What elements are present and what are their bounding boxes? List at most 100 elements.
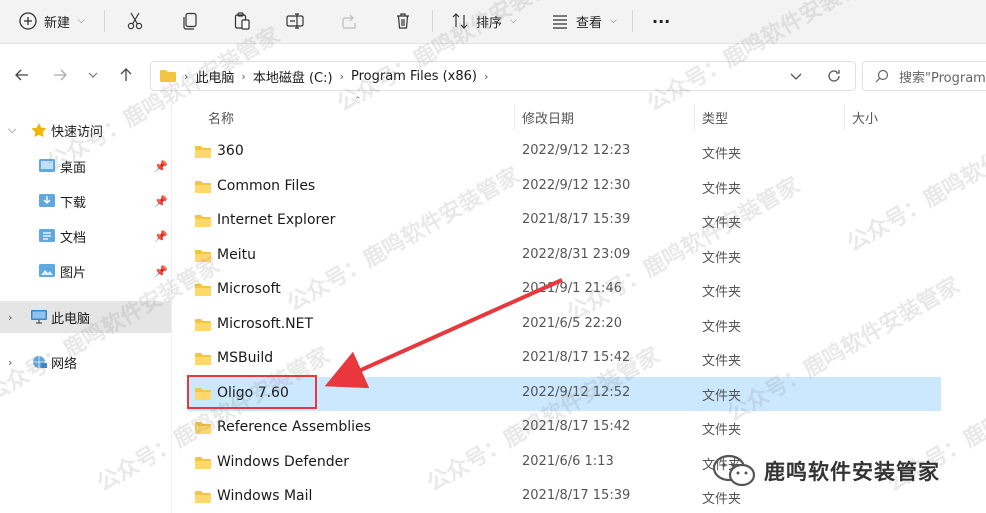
file-type: 文件夹 [702, 285, 742, 300]
column-header-date[interactable]: 修改日期 [522, 104, 574, 130]
file-type: 文件夹 [702, 319, 742, 335]
pin-icon[interactable]: 📌 [154, 265, 168, 278]
cut-button[interactable] [125, 7, 145, 35]
toolbar-divider [104, 10, 105, 32]
pin-icon[interactable]: 📌 [154, 230, 168, 243]
file-type: 文件夹 [702, 354, 742, 369]
column-divider[interactable] [694, 104, 695, 130]
file-type: 文件夹 [702, 181, 742, 197]
refresh-button[interactable] [826, 61, 842, 91]
file-type: 文件夹 [702, 216, 742, 231]
sort-button[interactable]: 排序 ⌵ [450, 7, 517, 35]
more-options-button[interactable]: ··· [652, 7, 670, 35]
new-button-label: 新建 [44, 15, 71, 31]
sidebar-item-pictures[interactable]: 图片 📌 [0, 255, 171, 287]
file-modified-date: 2021/6/5 22:20 [522, 315, 622, 331]
file-row[interactable]: MSBuild 2021/8/17 15:42 文件夹 [188, 342, 941, 376]
network-icon [33, 356, 47, 368]
badge-text: 鹿鸣软件安装管家 [764, 460, 940, 484]
sidebar-item-documents[interactable]: 文档 📌 [0, 220, 171, 252]
source-badge: 鹿鸣软件安装管家 [712, 453, 940, 489]
chevron-down-icon: ⌵ [510, 16, 517, 26]
sidebar-item-label: 文档 [60, 230, 87, 246]
share-button[interactable] [340, 7, 360, 35]
sidebar-item-desktop[interactable]: 桌面 📌 [0, 150, 171, 182]
new-button[interactable]: 新建 ⌵ [18, 7, 85, 35]
downloads-folder-icon [39, 194, 55, 207]
refresh-icon [828, 70, 840, 82]
arrow-right-icon [54, 69, 67, 81]
back-button[interactable] [12, 66, 32, 84]
clipboard-icon [234, 12, 250, 30]
column-divider[interactable] [514, 104, 515, 130]
file-modified-date: 2021/8/17 15:42 [522, 350, 631, 365]
sidebar-quick-access-label: 快速访问 [51, 124, 104, 140]
sidebar-item-downloads[interactable]: 下载 📌 [0, 185, 171, 217]
arrow-left-icon [15, 69, 28, 81]
file-modified-date: 2021/8/17 15:39 [522, 488, 631, 503]
view-button[interactable]: 查看 ⌵ [550, 7, 617, 35]
file-type: 文件夹 [702, 388, 742, 404]
file-row[interactable]: Microsoft.NET 2021/6/5 22:20 文件夹 [188, 308, 941, 342]
copy-button[interactable] [180, 7, 200, 35]
breadcrumb-local-disk[interactable]: 本地磁盘 (C:) [253, 67, 333, 86]
breadcrumb-program-files[interactable]: Program Files (x86) [351, 69, 477, 84]
breadcrumb-separator: › [241, 69, 246, 83]
wechat-icon [712, 454, 756, 487]
file-name: Common Files [217, 177, 316, 194]
sidebar-this-pc[interactable]: › 此电脑 [0, 301, 171, 333]
address-dropdown-button[interactable] [790, 61, 802, 91]
folder-icon [195, 284, 211, 296]
chevron-down-icon [88, 72, 98, 78]
column-divider[interactable] [844, 104, 845, 130]
sort-icon [452, 13, 468, 29]
file-modified-date: 2021/9/1 21:46 [522, 281, 622, 296]
paste-button[interactable] [232, 7, 252, 35]
rename-icon [286, 13, 304, 29]
view-list-icon [553, 15, 567, 29]
address-bar[interactable]: › 此电脑 › 本地磁盘 (C:) › Program Files (x86) … [150, 61, 856, 91]
file-row[interactable]: 360 2022/9/12 12:23 文件夹 [188, 135, 941, 169]
delete-button[interactable] [393, 7, 413, 35]
folder-icon [195, 491, 211, 503]
column-header-name[interactable]: 名称 [208, 104, 234, 130]
column-header-size[interactable]: 大小 [852, 104, 878, 130]
file-name: Reference Assemblies [217, 419, 371, 435]
breadcrumb-this-pc[interactable]: 此电脑 [195, 67, 234, 86]
sidebar-network-label: 网络 [51, 356, 78, 372]
breadcrumb-separator: › [339, 69, 344, 83]
copy-icon [183, 12, 197, 30]
file-type: 文件夹 [702, 250, 742, 266]
file-modified-date: 2022/9/12 12:52 [522, 384, 631, 400]
folder-icon [160, 70, 176, 82]
file-row[interactable]: Internet Explorer 2021/8/17 15:39 文件夹 [188, 204, 941, 238]
search-box[interactable]: 搜索"Program [862, 61, 986, 91]
breadcrumb-separator: › [484, 69, 489, 83]
pin-icon[interactable]: 📌 [154, 160, 168, 173]
up-button[interactable] [116, 66, 136, 84]
sidebar-network[interactable]: › 网络 [0, 346, 171, 378]
file-modified-date: 2022/8/31 23:09 [522, 246, 631, 262]
file-row[interactable]: Common Files 2022/9/12 12:30 文件夹 [188, 170, 941, 204]
computer-icon [31, 310, 47, 324]
pin-icon[interactable]: 📌 [154, 195, 168, 208]
sidebar-quick-access[interactable]: ⌵ 快速访问 [0, 114, 171, 146]
chevron-down-icon: ⌵ [610, 16, 617, 26]
file-name: Microsoft [217, 281, 281, 297]
file-type: 文件夹 [702, 147, 742, 162]
forward-button[interactable] [50, 66, 70, 84]
annotation-highlight-box [187, 375, 317, 409]
folder-icon [195, 215, 211, 227]
file-list: ⌃ 名称 修改日期 类型 大小 360 2022/9/12 12:23 文件夹 Com… [172, 96, 986, 513]
plus-circle-icon [19, 12, 37, 30]
file-row[interactable]: Meitu 2022/8/31 23:09 文件夹 [188, 239, 941, 273]
share-icon [342, 14, 356, 29]
rename-button[interactable] [285, 7, 305, 35]
column-header-type[interactable]: 类型 [702, 104, 728, 130]
file-row[interactable]: Microsoft 2021/9/1 21:46 文件夹 [188, 273, 941, 307]
file-type: 文件夹 [702, 423, 742, 438]
file-row[interactable]: Reference Assemblies 2021/8/17 15:42 文件夹 [188, 411, 941, 445]
search-placeholder: 搜索"Program [899, 70, 986, 86]
recent-locations-button[interactable] [86, 66, 100, 84]
file-modified-date: 2021/8/17 15:42 [522, 419, 631, 434]
